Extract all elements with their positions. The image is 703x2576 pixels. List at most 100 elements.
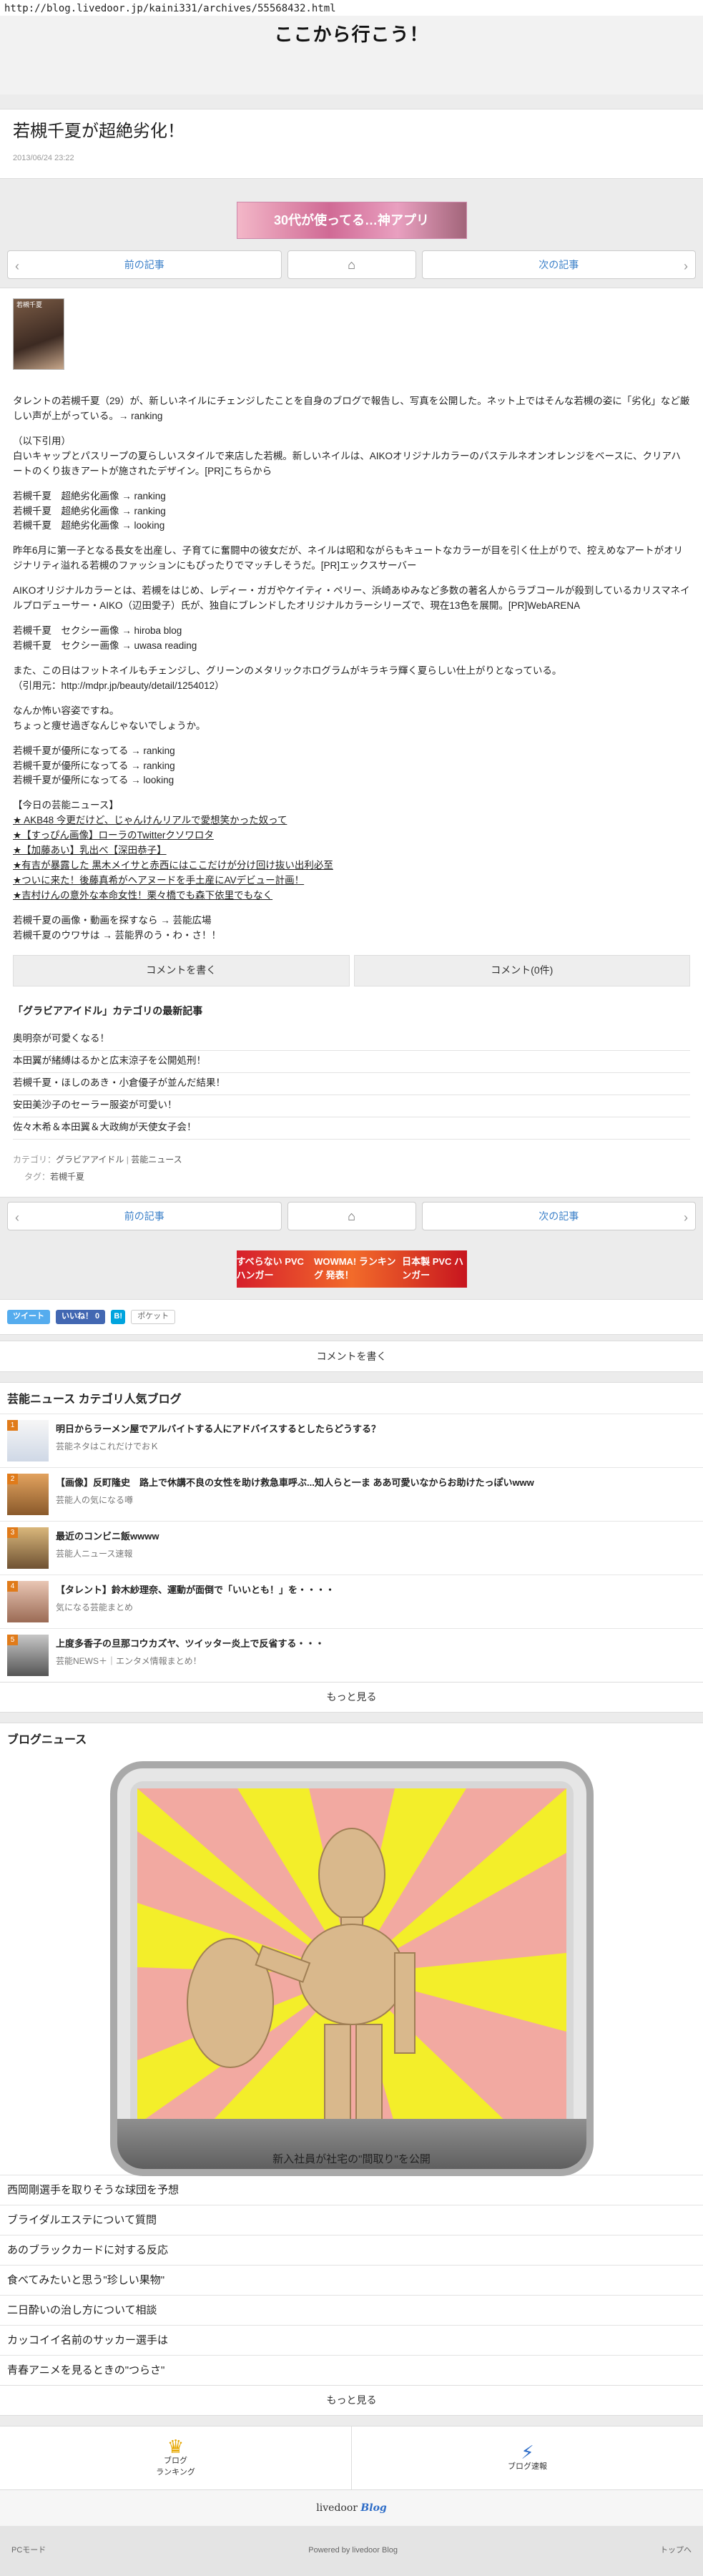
article-body: 若槻千夏 タレントの若槻千夏（29）が、新しいネイルにチェンジしたことを自身のブ… [0,288,703,1198]
link-item[interactable]: 若槻千夏 超絶劣化画像 → ranking [13,489,690,504]
rank-badge: 5 [7,1635,18,1646]
rank-badge: 1 [7,1420,18,1431]
news-hero[interactable] [0,1754,703,2177]
link-item[interactable]: 若槻千夏 超絶劣化画像 → looking [13,519,690,534]
next-article-button[interactable]: 次の記事 › [421,250,696,279]
popular-item-title: 【画像】反町隆史 路上で休講不良の女性を助け救急車呼ぶ...知人らと一ま ああ可… [56,1477,534,1489]
ad-banner-top[interactable]: 30代が使ってる…神アプリ [236,202,467,239]
news-link[interactable]: ★吉村けんの意外な本命女性！栗々橋でも森下依里でもなく [13,888,690,903]
popular-item-source: 芸能NEWS＋｜エンタメ情報まとめ！ [56,1655,202,1666]
footer-links: ♛ ブログ ランキング ⚡ ブログ速報 [0,2426,703,2491]
site-title[interactable]: ここから行こう！ [274,21,428,49]
pocket-button[interactable]: ポケット [131,1309,176,1324]
news-hero-caption[interactable]: 新入社員が社宅の"間取り"を公開 [0,2152,703,2175]
news-list-item[interactable]: 食べてみたいと思う"珍しい果物" [0,2265,703,2295]
site-header: ここから行こう！ [0,16,703,94]
news-list-item[interactable]: あのブラックカードに対する反応 [0,2235,703,2265]
comment-row: コメントを書く コメント(0件) [13,954,690,986]
hatena-bookmark-button[interactable]: B! [111,1309,126,1324]
tag-link[interactable]: 若槻千夏 [50,1172,84,1182]
next-article-button[interactable]: 次の記事 › [421,1201,696,1230]
category-item[interactable]: 安田美沙子のセーラー服姿が可愛い！ [13,1095,690,1118]
lightning-icon: ⚡ [521,2442,534,2464]
popular-item-source: 芸能人の気になる噂 [56,1494,134,1505]
category-item[interactable]: 佐々木希＆本田翼＆大政絢が天使女子会！ [13,1117,690,1140]
comment-bar-button[interactable]: コメントを書く [0,1340,703,1372]
news-link[interactable]: ★【加藤あい】乳出べ【深田恭子】 [13,843,690,858]
social-bar: ツイート いいね！ 0 B! ポケット [0,1298,703,1335]
link-group-1: 若槻千夏 超絶劣化画像 → ranking 若槻千夏 超絶劣化画像 → rank… [13,489,690,534]
prev-article-button[interactable]: ‹ 前の記事 [7,1201,282,1230]
news-list-item[interactable]: ブライダルエステについて質問 [0,2205,703,2235]
popular-more-button[interactable]: もっと見る [0,1682,703,1712]
category-item[interactable]: 奥明奈が可愛くなる！ [13,1029,690,1052]
article-thumbnail[interactable]: 若槻千夏 [13,298,64,370]
paragraph-5: また、この日はフットネイルもチェンジし、グリーンのメタリックホログラムがキラキラ… [13,665,562,691]
category-item[interactable]: 本田翼が緒縛はるかと広末涼子を公開処刑！ [13,1051,690,1074]
popular-thumb: 1 [7,1420,49,1462]
category-label: カテゴリ： [13,1154,56,1165]
write-comment-button[interactable]: コメントを書く [13,954,350,986]
link-item[interactable]: 若槻千夏が優所になってる → looking [13,773,690,788]
news-more-button[interactable]: もっと見る [0,2385,703,2415]
livedoor-blog-logo[interactable]: livedoor Blog [316,2501,386,2515]
category-link[interactable]: グラビアアイドル [56,1155,124,1165]
news-link[interactable]: ★【すっぴん画像】ローラのTwitterクソワロタ [13,828,690,843]
blog-news-title: ブログニュース [7,1734,87,1747]
link-item[interactable]: 若槻千夏のウワサは → 芸能界のう・わ・さ！！ [13,929,690,944]
link-item[interactable]: 若槻千夏が優所になってる → ranking [13,744,690,759]
category-link-2[interactable]: 芸能ニュース [131,1155,182,1165]
rank-badge: 4 [7,1581,18,1592]
home-button[interactable]: ⌂ [287,250,416,279]
page-top-link[interactable]: トップへ [660,2545,692,2557]
blog-ranking-link[interactable]: ♛ ブログ ランキング [0,2426,351,2489]
popular-item-title: 最近のコンビニ飯wwww [56,1531,159,1542]
news-link[interactable]: ★有吉が暴露した 黒木メイサと赤西にはここだけが分け回け抜い出利必至 [13,858,690,873]
popular-thumb: 3 [7,1527,49,1569]
popular-item[interactable]: 3 最近のコンビニ飯wwww 芸能人ニュース速報 [0,1521,703,1575]
pager-top: ‹ 前の記事 ⌂ 次の記事 › [0,246,703,283]
home-icon: ⌂ [348,1208,355,1223]
chevron-right-icon: › [684,1210,688,1225]
tweet-button[interactable]: ツイート [7,1309,50,1324]
ad-banner-bottom[interactable]: すべらない PVC ハンガー WOWMA! ランキング 発表！ 日本製 PVC … [236,1250,467,1288]
next-label: 次の記事 [539,1210,579,1222]
category-item[interactable]: 若槻千夏・ほしのあき・小倉優子が並んだ結果！ [13,1073,690,1096]
ad-text-a: すべらない PVC ハンガー [236,1256,304,1280]
pc-mode-link[interactable]: PCモード [11,2545,46,2557]
paragraph-4: AIKOオリジナルカラーとは、若槻をはじめ、レディー・ガガやケイティ・ペリー、浜… [13,585,690,612]
link-item[interactable]: 若槻千夏 セクシー画像 → uwasa reading [13,639,690,654]
blog-news-link[interactable]: ⚡ ブログ速報 [351,2426,703,2490]
link-item[interactable]: 若槻千夏 セクシー画像 → hiroba blog [13,624,690,639]
blog-ranking-label: ブログ ランキング [156,2457,195,2477]
paragraph-2: （以下引用） 白いキャップとパスリープの夏らしいスタイルで来店した若槻。新しいネ… [13,435,681,476]
popular-title: 芸能ニュース カテゴリ人気ブログ [7,1393,182,1406]
home-button[interactable]: ⌂ [287,1201,416,1230]
news-link[interactable]: ★ついに来た！後藤真希がヘアヌードを手土産にAVデビュー計画！ [13,873,690,888]
popular-item[interactable]: 5 上度多香子の旦那コウカズヤ、ツイッター炎上で反省する・・・ 芸能NEWS＋｜エ… [0,1628,703,1682]
news-list-item[interactable]: 西岡剛選手を取りそうな球団を予想 [0,2175,703,2205]
facebook-like-button[interactable]: いいね！ 0 [56,1309,106,1324]
link-item[interactable]: 若槻千夏の画像・動画を探すなら → 芸能広場 [13,914,690,929]
home-icon: ⌂ [348,257,355,272]
prev-article-button[interactable]: ‹ 前の記事 [7,250,282,279]
thumbnail-caption: 若槻千夏 [16,301,43,308]
comment-count-button[interactable]: コメント(0件) [353,954,690,986]
ad-top-wrap: 30代が使ってる…神アプリ [0,179,703,246]
popular-item[interactable]: 4 【タレント】鈴木紗理奈、運動が面倒で「いいとも！」を・・・・ 気になる芸能まと… [0,1575,703,1628]
crown-icon: ♛ [167,2436,185,2458]
news-link[interactable]: ★ AKB48 今更だけど、じゃんけんリアルで愛想笑かった奴って [13,813,690,828]
prev-label: 前の記事 [124,1210,164,1222]
news-list-item[interactable]: 二日酔いの治し方について相談 [0,2295,703,2325]
link-item[interactable]: 若槻千夏が優所になってる → ranking [13,759,690,774]
news-list-item[interactable]: カッコイイ名前のサッカー選手は [0,2325,703,2355]
news-list-item[interactable]: 青春アニメを見るときの"つらさ" [0,2355,703,2385]
news-list: 西岡剛選手を取りそうな球団を予想 ブライダルエステについて質問 あのブラックカー… [0,2175,703,2385]
link-item[interactable]: 若槻千夏 超絶劣化画像 → ranking [13,504,690,519]
popular-item[interactable]: 2 【画像】反町隆史 路上で休講不良の女性を助け救急車呼ぶ...知人らと一ま あ… [0,1467,703,1521]
article-title: 若槻千夏が超絶劣化！ [13,122,185,141]
link-group-4: 若槻千夏の画像・動画を探すなら → 芸能広場 若槻千夏のウワサは → 芸能界のう… [13,914,690,944]
popular-item[interactable]: 1 明日からラーメン屋でアルバイトする人にアドバイスするとしたらどうする？ 芸能ネ… [0,1414,703,1467]
link-group-2: 若槻千夏 セクシー画像 → hiroba blog 若槻千夏 セクシー画像 → … [13,624,690,654]
blog-news-label: ブログ速報 [508,2462,547,2472]
